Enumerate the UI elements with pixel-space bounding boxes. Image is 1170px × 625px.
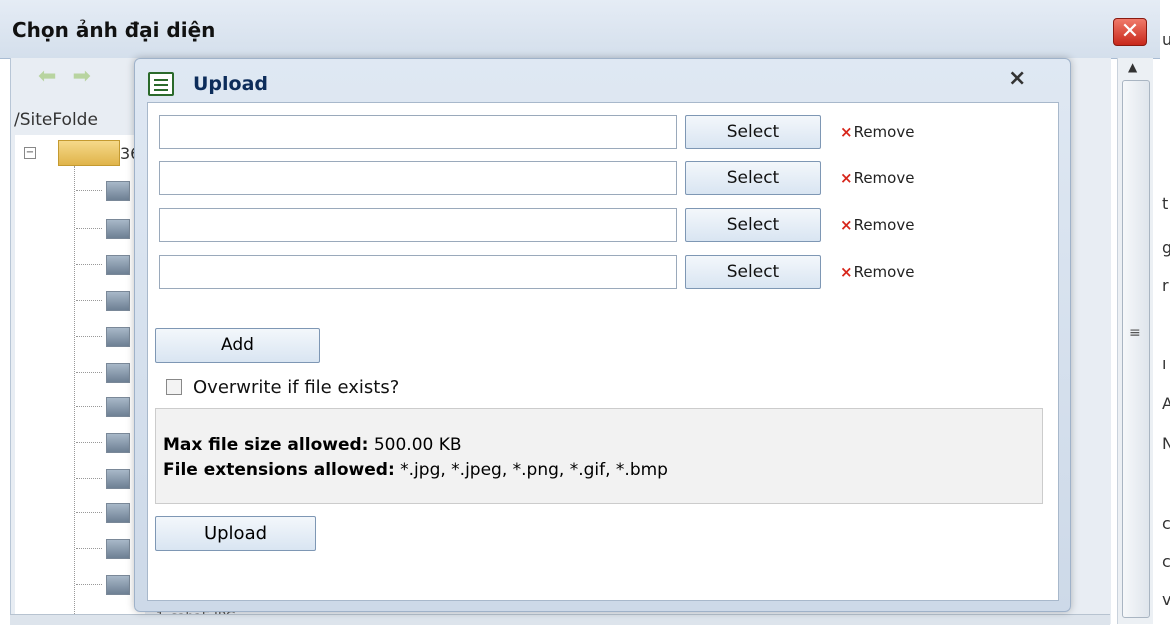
tree-connector	[76, 584, 102, 585]
max-size-line: Max file size allowed: 500.00 KB	[163, 435, 462, 455]
tree-connector	[76, 372, 102, 373]
remove-x-icon: ×	[840, 123, 853, 141]
image-file-icon[interactable]	[106, 397, 130, 417]
image-file-icon[interactable]	[106, 255, 130, 275]
tree-connector	[74, 166, 75, 616]
remove-label: Remove	[853, 123, 915, 141]
remove-x-icon: ×	[840, 169, 853, 187]
max-size-label: Max file size allowed:	[163, 435, 369, 455]
remove-x-icon: ×	[840, 263, 853, 281]
image-file-icon[interactable]	[106, 363, 130, 383]
image-file-icon[interactable]	[106, 181, 130, 201]
add-row-button[interactable]: Add	[155, 328, 320, 363]
file-path-input[interactable]	[159, 208, 677, 242]
tree-connector	[76, 336, 102, 337]
tree-connector	[76, 442, 102, 443]
remove-label: Remove	[853, 263, 915, 281]
edge-letter: v	[1162, 590, 1170, 609]
dialog-close-icon[interactable]: ×	[1008, 66, 1026, 91]
remove-file-link[interactable]: ×Remove	[840, 263, 914, 281]
remove-file-link[interactable]: ×Remove	[840, 123, 914, 141]
edge-letter: c	[1162, 514, 1170, 533]
edge-letter: u	[1162, 30, 1170, 49]
scroll-grip-icon: ≡	[1129, 325, 1141, 341]
edge-letter: t	[1162, 194, 1169, 213]
file-path-input[interactable]	[159, 161, 677, 195]
tree-connector	[76, 228, 102, 229]
select-file-button[interactable]: Select	[685, 161, 821, 195]
edge-letter: g	[1162, 238, 1170, 257]
overwrite-label: Overwrite if file exists?	[193, 377, 400, 398]
forward-arrow-icon[interactable]: ➡	[72, 64, 106, 89]
edge-letter: ı	[1162, 354, 1167, 373]
remove-label: Remove	[853, 216, 915, 234]
image-file-icon[interactable]	[106, 433, 130, 453]
tree-collapse-icon[interactable]: −	[24, 147, 36, 159]
image-file-icon[interactable]	[106, 291, 130, 311]
remove-label: Remove	[853, 169, 915, 187]
image-file-icon[interactable]	[106, 503, 130, 523]
window-titlebar: Chọn ảnh đại diện	[0, 0, 1160, 59]
remove-file-link[interactable]: ×Remove	[840, 169, 914, 187]
file-path-input[interactable]	[159, 255, 677, 289]
image-file-icon[interactable]	[106, 539, 130, 559]
edge-letter: N	[1162, 434, 1170, 453]
remove-x-icon: ×	[840, 216, 853, 234]
edge-letter: A	[1162, 394, 1170, 413]
window-title: Chọn ảnh đại diện	[12, 18, 216, 42]
back-arrow-icon[interactable]: ⬅	[38, 64, 72, 89]
tree-connector	[76, 548, 102, 549]
extensions-label: File extensions allowed:	[163, 460, 395, 480]
overwrite-checkbox[interactable]	[166, 379, 182, 395]
image-file-icon[interactable]	[106, 327, 130, 347]
select-file-button[interactable]: Select	[685, 208, 821, 242]
image-file-icon[interactable]	[106, 469, 130, 489]
extensions-line: File extensions allowed: *.jpg, *.jpeg, …	[163, 460, 668, 480]
image-file-icon[interactable]	[106, 219, 130, 239]
upload-info-panel	[155, 408, 1043, 504]
select-file-button[interactable]: Select	[685, 255, 821, 289]
remove-file-link[interactable]: ×Remove	[840, 216, 914, 234]
image-file-icon[interactable]	[106, 575, 130, 595]
dialog-window-icon	[148, 72, 174, 96]
status-bar	[10, 614, 1110, 625]
edge-letter: r	[1162, 276, 1169, 295]
folder-path: /SiteFolde	[14, 110, 98, 130]
select-file-button[interactable]: Select	[685, 115, 821, 149]
tree-connector	[76, 190, 102, 191]
upload-button[interactable]: Upload	[155, 516, 316, 551]
folder-icon[interactable]	[58, 140, 120, 166]
dialog-title: Upload	[193, 73, 269, 95]
tree-connector	[76, 264, 102, 265]
max-size-value: 500.00 KB	[373, 435, 462, 455]
nav-arrows[interactable]: ⬅➡	[38, 64, 107, 89]
window-close-button[interactable]: ✕	[1113, 18, 1147, 46]
tree-connector	[76, 300, 102, 301]
tree-connector	[76, 512, 102, 513]
tree-connector	[76, 478, 102, 479]
scrollbar-thumb[interactable]	[1122, 80, 1150, 618]
tree-connector	[76, 406, 102, 407]
scroll-up-icon[interactable]: ▲	[1128, 60, 1137, 74]
file-path-input[interactable]	[159, 115, 677, 149]
extensions-value: *.jpg, *.jpeg, *.png, *.gif, *.bmp	[400, 460, 668, 480]
edge-letter: c	[1162, 552, 1170, 571]
